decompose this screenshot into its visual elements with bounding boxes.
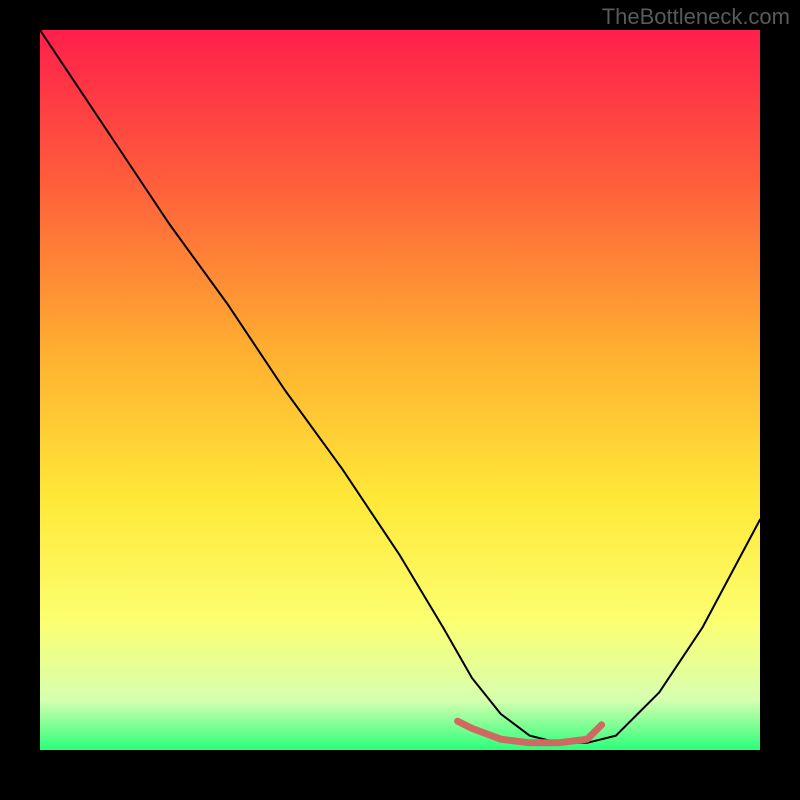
chart-plot-area: [40, 30, 760, 750]
chart-svg: [40, 30, 760, 750]
watermark-text: TheBottleneck.com: [602, 4, 790, 30]
gradient-background: [40, 30, 760, 750]
